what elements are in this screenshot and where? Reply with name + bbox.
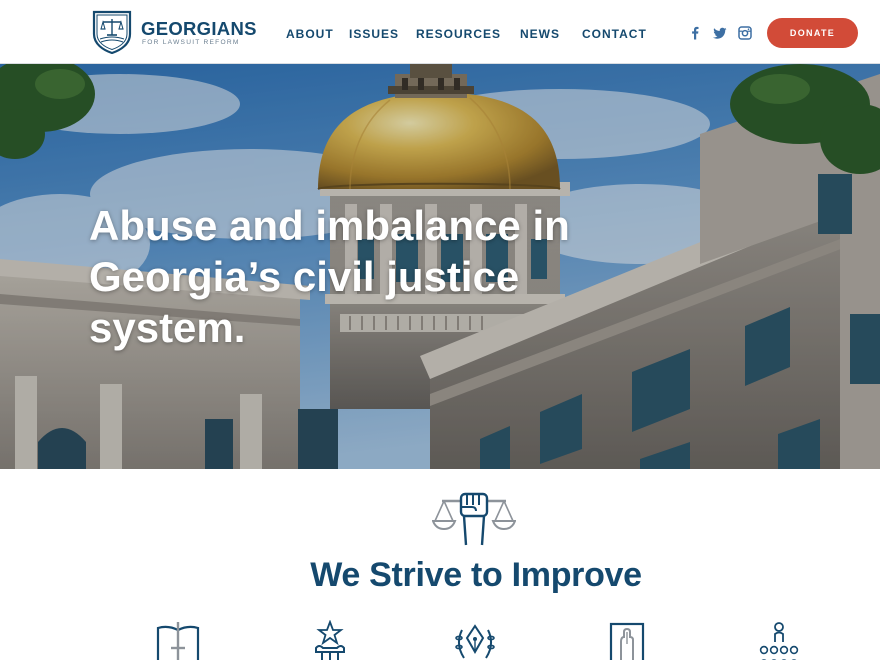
nav-news[interactable]: NEWS [520, 27, 560, 41]
people-group-icon [759, 622, 799, 660]
hero-heading: Abuse and imbalance in Georgia’s civil j… [89, 202, 570, 351]
twitter-icon[interactable] [713, 26, 727, 40]
section-title: We Strive to Improve [310, 556, 642, 594]
nav-issues[interactable]: ISSUES [349, 27, 399, 41]
instagram-icon[interactable] [738, 26, 752, 40]
nav-about[interactable]: ABOUT [286, 27, 334, 41]
logo-name: GEORGIANS [141, 18, 257, 39]
site-header: GEORGIANS FOR LAWSUIT REFORM ABOUT ISSUE… [0, 0, 880, 64]
nav-resources[interactable]: RESOURCES [416, 27, 501, 41]
scales-fist-icon [432, 492, 516, 546]
logo-tagline: FOR LAWSUIT REFORM [142, 39, 240, 46]
star-column-icon [315, 620, 345, 660]
donate-button[interactable]: DONATE [767, 18, 858, 48]
scales-shield-icon [92, 10, 132, 54]
pen-laurel-icon [455, 624, 495, 659]
nav-contact[interactable]: CONTACT [582, 27, 647, 41]
facebook-icon[interactable] [688, 26, 702, 40]
hand-on-book-icon [609, 622, 645, 660]
hero-banner: Abuse and imbalance in Georgia’s civil j… [0, 64, 880, 469]
site-logo[interactable]: GEORGIANS FOR LAWSUIT REFORM [92, 10, 257, 54]
book-sword-icon [156, 622, 200, 660]
